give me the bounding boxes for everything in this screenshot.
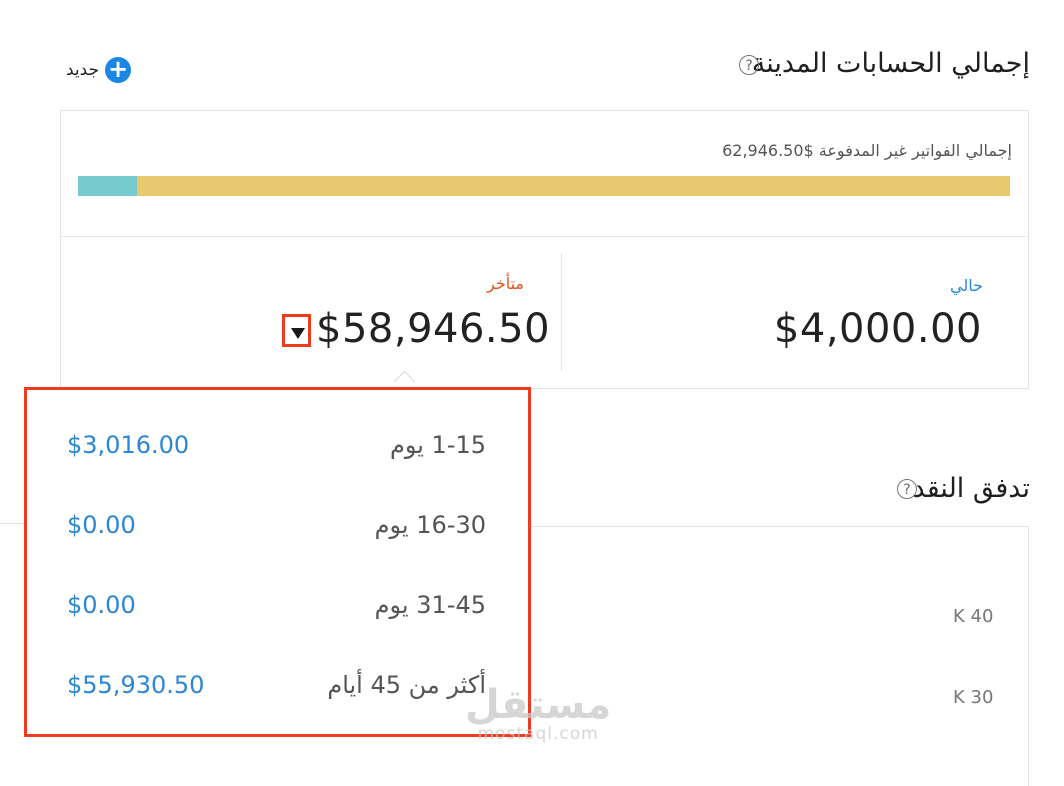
receivables-card: إجمالي الفواتير غير المدفوعة $62,946.50 …: [60, 110, 1029, 389]
y-tick-40k: K 40: [953, 606, 994, 627]
breakdown-range: أكثر من 45 أيام: [327, 671, 486, 699]
breakdown-range: 16-30 يوم: [374, 511, 486, 539]
watermark-logo: مستقل mostaql.com: [465, 685, 611, 743]
breakdown-amount[interactable]: $55,930.50: [67, 671, 204, 699]
breakdown-row[interactable]: $55,930.50 أكثر من 45 أيام: [27, 667, 528, 707]
overdue-breakdown-popup: $3,016.00 1-15 يوم $0.00 16-30 يوم $0.00…: [24, 387, 531, 737]
current-value: $4,000.00: [773, 306, 982, 352]
breakdown-amount[interactable]: $3,016.00: [67, 431, 189, 459]
vertical-divider: [561, 253, 562, 371]
breakdown-range: 1-15 يوم: [389, 431, 486, 459]
plus-circle-icon: +: [105, 57, 132, 83]
y-tick-30k: K 30: [953, 687, 994, 708]
cashflow-chart-card: K 40 K 30: [531, 526, 1029, 786]
overdue-label[interactable]: متأخر: [487, 274, 524, 293]
receivables-help-icon[interactable]: ?: [739, 55, 759, 75]
breakdown-amount[interactable]: $0.00: [67, 511, 136, 539]
cashflow-title: تدفق النقد: [912, 473, 1030, 504]
card-divider: [61, 236, 1028, 237]
receivables-title: إجمالي الحسابات المدينة: [751, 48, 1030, 79]
new-button[interactable]: جديد +: [66, 56, 132, 84]
current-label[interactable]: حالي: [950, 276, 983, 295]
breakdown-amount[interactable]: $0.00: [67, 591, 136, 619]
unpaid-total-label: إجمالي الفواتير غير المدفوعة $62,946.50: [722, 141, 1012, 160]
receivables-bar: [78, 176, 1010, 196]
cashflow-help-icon[interactable]: ?: [897, 479, 917, 499]
bar-current-segment: [78, 176, 138, 196]
breakdown-row[interactable]: $0.00 16-30 يوم: [27, 507, 528, 547]
breakdown-row[interactable]: $0.00 31-45 يوم: [27, 587, 528, 627]
watermark-domain: mostaql.com: [477, 724, 599, 744]
breakdown-row[interactable]: $3,016.00 1-15 يوم: [27, 427, 528, 467]
overdue-value: $58,946.50: [316, 306, 551, 352]
breakdown-range: 31-45 يوم: [374, 591, 486, 619]
watermark-brand: مستقل: [465, 682, 612, 728]
bar-overdue-segment: [137, 176, 1010, 196]
new-button-label: جديد: [66, 60, 100, 80]
overdue-dropdown-toggle[interactable]: [282, 314, 311, 347]
